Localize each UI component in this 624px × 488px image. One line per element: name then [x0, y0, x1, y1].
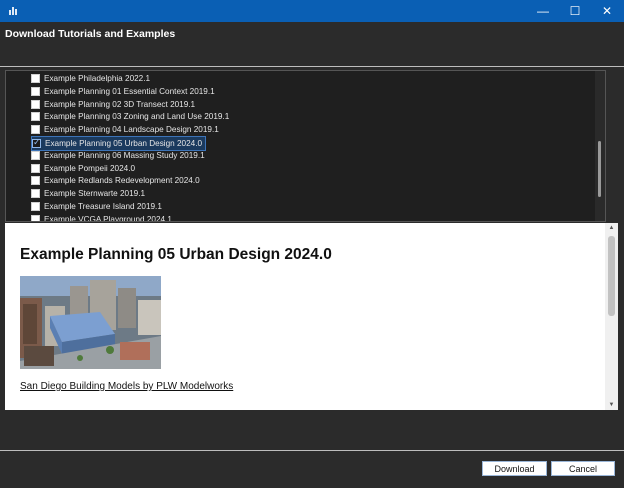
example-list[interactable]: Example Philadelphia 2022.1 Example Plann…	[5, 70, 606, 222]
city-render-image	[20, 276, 161, 369]
title-bar: — ☐ ✕	[0, 0, 624, 22]
list-item-label: Example Pompeii 2024.0	[44, 163, 136, 173]
list-item-label: Example Planning 05 Urban Design 2024.0	[45, 139, 203, 148]
download-button[interactable]: Download	[482, 461, 547, 476]
checkbox[interactable]	[31, 112, 40, 122]
checkbox[interactable]	[31, 202, 40, 211]
list-item-label: Example Philadelphia 2022.1	[44, 74, 151, 83]
list-item[interactable]: Example Sternwarte 2019.1	[31, 187, 145, 200]
list-item-label: Example Treasure Island 2019.1	[44, 202, 162, 211]
preview-scrollbar-thumb[interactable]	[608, 236, 615, 316]
preview-scrollbar[interactable]: ▲ ▼	[605, 223, 618, 410]
list-item[interactable]: Example Redlands Redevelopment 2024.0	[31, 174, 200, 187]
list-item-label: Example Sternwarte 2019.1	[44, 189, 146, 199]
list-item[interactable]: Example Philadelphia 2022.1	[31, 72, 150, 85]
list-item[interactable]: Example Planning 06 Massing Study 2019.1	[31, 149, 205, 162]
list-item[interactable]: Example Planning 02 3D Transect 2019.1	[31, 98, 195, 111]
list-item-label: Example Planning 02 3D Transect 2019.1	[44, 99, 196, 109]
dialog-header: Download Tutorials and Examples	[0, 22, 624, 66]
list-item[interactable]: Example Planning 03 Zoning and Land Use …	[31, 110, 229, 123]
list-item-label: Example Planning 06 Massing Study 2019.1	[44, 150, 205, 160]
list-item[interactable]: Example VCGA Playground 2024.1	[31, 213, 172, 222]
list-item[interactable]: Example Planning 01 Essential Context 20…	[31, 85, 215, 98]
list-item-label: Example VCGA Playground 2024.1	[44, 214, 172, 222]
list-item-label: Example Redlands Redevelopment 2024.0	[44, 176, 200, 186]
checkbox[interactable]	[31, 99, 40, 109]
checkbox[interactable]	[31, 150, 40, 160]
preview-title: Example Planning 05 Urban Design 2024.0	[20, 246, 332, 263]
dialog-footer: Download Cancel	[0, 451, 624, 488]
list-item[interactable]: Example Planning 04 Landscape Design 201…	[31, 123, 219, 136]
checkbox[interactable]	[31, 214, 40, 221]
scroll-down-arrow-icon[interactable]: ▼	[605, 400, 618, 410]
list-item[interactable]: Example Pompeii 2024.0	[31, 162, 135, 175]
checkbox[interactable]	[31, 125, 40, 135]
list-item-label: Example Planning 03 Zoning and Land Use …	[44, 112, 230, 122]
checkbox[interactable]	[31, 176, 40, 186]
checkbox[interactable]	[31, 74, 40, 83]
header-divider	[0, 66, 624, 67]
scroll-up-arrow-icon[interactable]: ▲	[605, 223, 618, 233]
list-scrollbar-thumb[interactable]	[598, 141, 601, 197]
minimize-button[interactable]: —	[527, 0, 559, 22]
checkbox[interactable]	[31, 189, 40, 199]
checked-checkbox[interactable]	[32, 137, 41, 148]
app-icon	[9, 7, 17, 15]
close-button[interactable]: ✕	[591, 0, 623, 22]
list-item-label: Example Planning 01 Essential Context 20…	[44, 86, 215, 96]
maximize-button[interactable]: ☐	[559, 0, 591, 22]
checkbox[interactable]	[31, 163, 40, 173]
list-item-label: Example Planning 04 Landscape Design 201…	[44, 125, 219, 135]
model-credit-link[interactable]: San Diego Building Models by PLW Modelwo…	[20, 381, 233, 392]
list-scrollbar[interactable]	[595, 71, 605, 221]
dialog-title: Download Tutorials and Examples	[5, 28, 176, 40]
preview-panel: Example Planning 05 Urban Design 2024.0 …	[5, 223, 618, 410]
cancel-button[interactable]: Cancel	[551, 461, 615, 476]
list-item[interactable]: Example Treasure Island 2019.1	[31, 200, 162, 213]
checkbox[interactable]	[31, 86, 40, 96]
